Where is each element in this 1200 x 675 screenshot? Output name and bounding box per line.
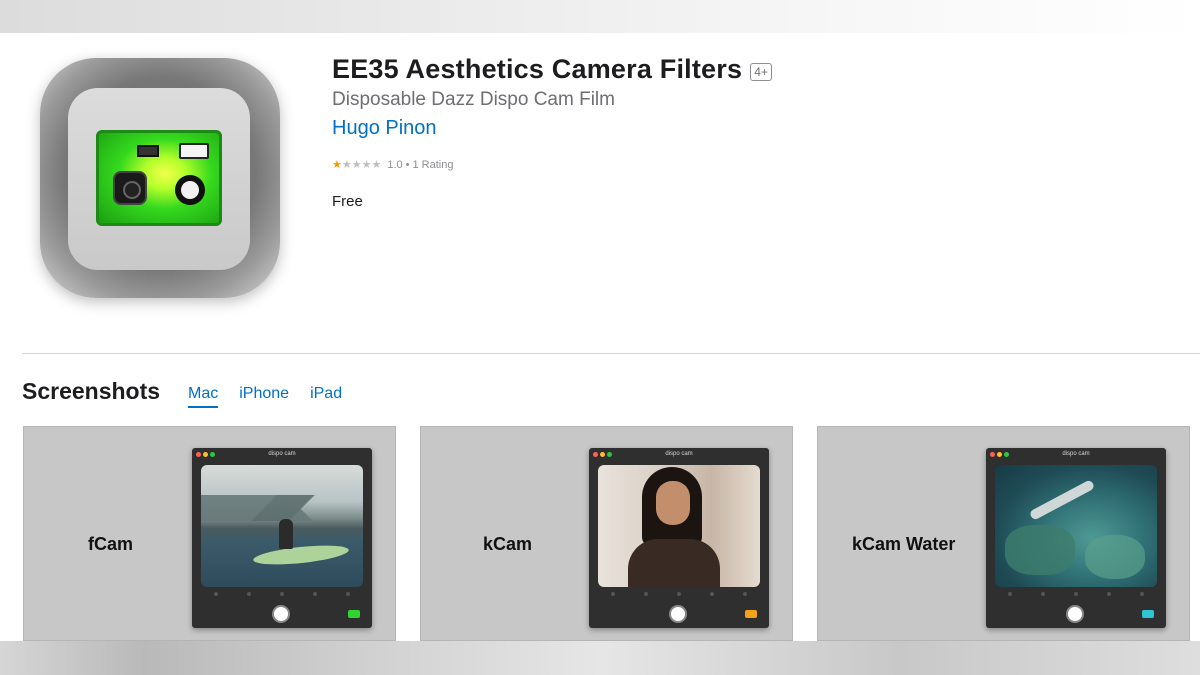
rock [1085, 535, 1145, 579]
bottom-fade-band [0, 641, 1200, 675]
control-dots [1008, 592, 1144, 596]
underwater-photo [995, 465, 1157, 587]
face [656, 481, 690, 525]
disposable-camera-icon [96, 130, 222, 226]
paddler [279, 519, 293, 549]
price-label: Free [332, 193, 363, 210]
filter-camera-icon [745, 610, 757, 618]
star-filled-icon: ★ [332, 159, 342, 171]
mac-window: dispo cam [589, 448, 769, 628]
control-dots [214, 592, 350, 596]
screenshot-label: kCam Water [852, 534, 956, 554]
window-title: dispo cam [665, 451, 693, 457]
screenshot-label: kCam [483, 534, 533, 554]
rating-separator: • [405, 158, 410, 171]
app-title: EE35 Aesthetics Camera Filters [332, 54, 743, 84]
star-empty-icon: ★★★★ [341, 159, 382, 171]
kayak [252, 542, 350, 568]
developer-link[interactable]: Hugo Pinon [332, 117, 437, 140]
app-subtitle: Disposable Dazz Dispo Cam Film [332, 89, 615, 110]
rating-count: 1 Rating [412, 158, 454, 171]
shutter-button-icon [1066, 605, 1084, 623]
control-dots [611, 592, 747, 596]
app-icon [40, 58, 280, 298]
tab-mac[interactable]: Mac [188, 385, 219, 408]
mac-window: dispo cam [192, 448, 372, 628]
camera-viewfinder [137, 145, 159, 157]
portrait-photo [598, 465, 760, 587]
rating-row: ★★★★★ 1.0 • 1 Rating [332, 158, 454, 172]
tab-ipad[interactable]: iPad [310, 385, 342, 408]
platform-tabs: Mac iPhone iPad [188, 385, 342, 408]
top-fade-band [0, 0, 1200, 33]
camera-flash [179, 143, 209, 159]
shutter-button-icon [669, 605, 687, 623]
camera-lens [113, 171, 147, 205]
screenshot-card[interactable]: kCam Water dispo cam [817, 426, 1190, 641]
window-title: dispo cam [268, 451, 296, 457]
title-row: EE35 Aesthetics Camera Filters 4+ [332, 54, 772, 85]
filter-camera-icon [1142, 610, 1154, 618]
screenshots-heading: Screenshots [22, 378, 161, 404]
section-divider [22, 353, 1200, 354]
screenshot-card[interactable]: fCam dispo cam [23, 426, 396, 641]
filter-camera-icon [348, 610, 360, 618]
icon-tile [68, 88, 250, 270]
mountains [201, 495, 363, 521]
lake-kayak-photo [201, 465, 363, 587]
star-rating: ★★★★★ [332, 158, 381, 171]
camera-dial [175, 175, 205, 205]
screenshot-card[interactable]: kCam dispo cam [420, 426, 793, 641]
rating-value: 1.0 [387, 158, 403, 171]
window-title: dispo cam [1062, 451, 1090, 457]
rock [1005, 525, 1075, 575]
age-rating-badge: 4+ [750, 62, 772, 81]
screenshot-label: fCam [88, 534, 134, 554]
shutter-button-icon [272, 605, 290, 623]
mac-window: dispo cam [986, 448, 1166, 628]
swimmer [1028, 479, 1096, 521]
tab-iphone[interactable]: iPhone [239, 385, 289, 408]
shirt [628, 539, 720, 587]
